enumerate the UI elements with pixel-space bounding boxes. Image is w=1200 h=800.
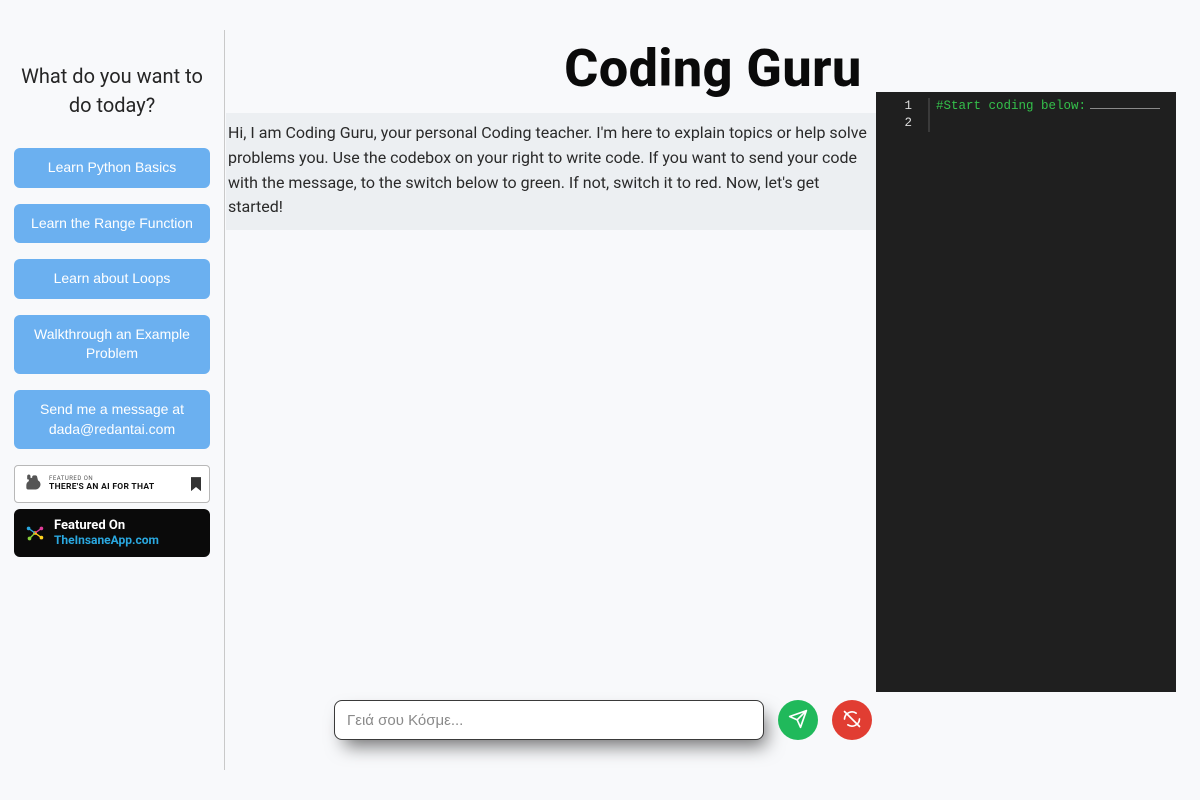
code-toggle-button[interactable] <box>832 700 872 740</box>
sidebar: What do you want to do today? Learn Pyth… <box>0 30 225 770</box>
sidebar-btn-loops[interactable]: Learn about Loops <box>14 259 210 299</box>
sidebar-btn-range-function[interactable]: Learn the Range Function <box>14 204 210 244</box>
spark-icon <box>24 522 46 544</box>
line-gutter: 1 2 <box>876 92 922 692</box>
line-number: 1 <box>876 98 912 115</box>
main-area: Coding Guru Hi, I am Coding Guru, your p… <box>226 0 1200 800</box>
compose-bar <box>334 700 872 740</box>
code-editor[interactable]: 1 2 #Start coding below: <box>876 92 1176 692</box>
send-icon <box>788 709 808 732</box>
sidebar-btn-python-basics[interactable]: Learn Python Basics <box>14 148 210 188</box>
send-button[interactable] <box>778 700 818 740</box>
sidebar-title: What do you want to do today? <box>14 62 210 120</box>
badge-insaneapp[interactable]: Featured On TheInsaneApp.com <box>14 509 210 557</box>
page-title: Coding Guru <box>226 38 1200 99</box>
message-input[interactable] <box>334 700 764 740</box>
badge2-text: Featured On TheInsaneApp.com <box>54 519 159 548</box>
code-area[interactable]: #Start coding below: <box>922 92 1176 692</box>
sync-off-icon <box>842 709 862 732</box>
muscle-icon <box>23 472 43 497</box>
intro-message: Hi, I am Coding Guru, your personal Codi… <box>226 113 880 230</box>
sidebar-btn-contact[interactable]: Send me a message at dada@redantai.com <box>14 390 210 449</box>
badge-text: FEATURED ON THERE'S AN AI FOR THAT <box>49 476 154 492</box>
line-number: 2 <box>876 115 912 132</box>
bookmark-icon <box>191 477 201 491</box>
code-line-1: #Start coding below: <box>936 99 1086 113</box>
badge-theres-an-ai[interactable]: FEATURED ON THERE'S AN AI FOR THAT <box>14 465 210 503</box>
sidebar-btn-example-problem[interactable]: Walkthrough an Example Problem <box>14 315 210 374</box>
